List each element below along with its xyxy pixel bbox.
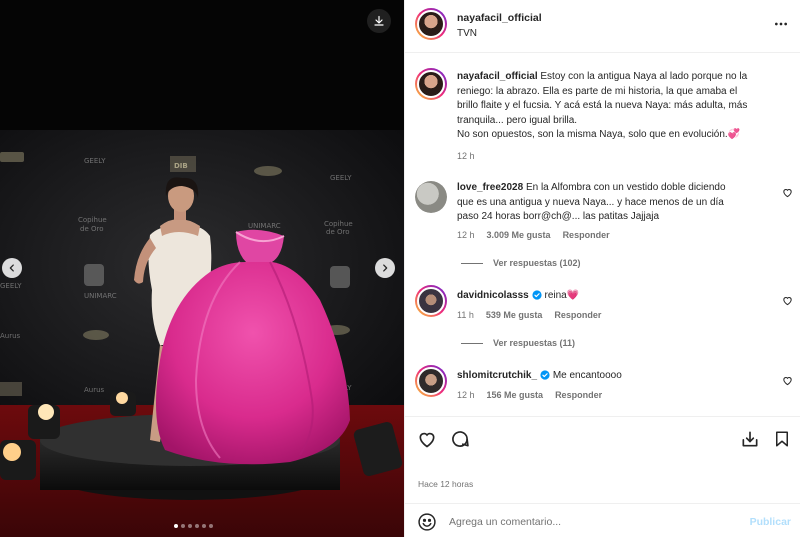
view-replies-label: Ver respuestas (102) bbox=[493, 258, 581, 268]
post-header: nayafacil_official TVN bbox=[405, 0, 800, 53]
svg-text:Copihue: Copihue bbox=[78, 216, 107, 224]
slide-indicator bbox=[174, 524, 213, 528]
comment-likes[interactable]: 3.009 Me gusta bbox=[487, 230, 551, 240]
chevron-left-icon bbox=[9, 264, 14, 272]
comment-meta: 12 h 3.009 Me gusta Responder bbox=[457, 230, 610, 240]
commenter-username[interactable]: davidnicolasss bbox=[457, 290, 529, 301]
slide-dot bbox=[209, 524, 213, 528]
commenter-avatar[interactable] bbox=[415, 285, 447, 317]
comment-time: 12 h bbox=[457, 230, 475, 240]
heart-icon[interactable] bbox=[782, 187, 793, 198]
svg-text:de Oro: de Oro bbox=[80, 225, 104, 233]
post-media: GEELY DIB GEELY Copihue de Oro UNIMARC C… bbox=[0, 0, 404, 537]
share-icon[interactable] bbox=[740, 429, 760, 449]
emoji-icon[interactable] bbox=[417, 512, 437, 532]
comments-list[interactable]: nayafacil_official Estoy con la antigua … bbox=[405, 54, 800, 416]
comment-line: que es una antigua y nueva Naya... y hac… bbox=[457, 196, 724, 208]
caption-author-avatar[interactable] bbox=[415, 68, 447, 100]
post-details-panel: nayafacil_official TVN nayafacil_officia… bbox=[404, 0, 800, 537]
caption-meta: 12 h bbox=[457, 151, 475, 161]
svg-text:GEELY: GEELY bbox=[330, 174, 352, 182]
svg-text:DIB: DIB bbox=[174, 162, 188, 170]
more-icon[interactable] bbox=[773, 16, 789, 32]
previous-slide-button[interactable] bbox=[2, 258, 22, 278]
caption-line: brillo flaite y el fucsia. Y acá está la… bbox=[457, 100, 748, 111]
slide-dot bbox=[188, 524, 192, 528]
comment-line: En la Alfombra con un vestido doble dici… bbox=[525, 182, 726, 193]
caption-line: Estoy con la antigua Naya al lado porque… bbox=[540, 71, 748, 82]
svg-text:UNIMARC: UNIMARC bbox=[248, 222, 281, 230]
reply-button[interactable]: Responder bbox=[555, 390, 602, 400]
slide-dot bbox=[202, 524, 206, 528]
comment-line: reina💗 bbox=[544, 290, 580, 301]
caption-line: tranquila... pero igual brilla. bbox=[457, 114, 578, 126]
instagram-post-view: GEELY DIB GEELY Copihue de Oro UNIMARC C… bbox=[0, 0, 800, 537]
publish-button[interactable]: Publicar bbox=[750, 516, 791, 528]
bookmark-icon[interactable] bbox=[773, 429, 791, 449]
heart-icon[interactable] bbox=[782, 295, 793, 306]
svg-text:GEELY: GEELY bbox=[0, 282, 22, 290]
reply-button[interactable]: Responder bbox=[554, 310, 601, 320]
slide-dot bbox=[195, 524, 199, 528]
comment-line: Me encantoooo bbox=[552, 370, 622, 381]
comment-meta: 11 h 539 Me gusta Responder bbox=[457, 310, 601, 320]
commenter-username[interactable]: love_free2028 bbox=[457, 182, 523, 193]
comment-time: 11 h bbox=[457, 310, 474, 320]
commenter-username[interactable]: shlomitcrutchik_ bbox=[457, 370, 537, 381]
chevron-right-icon bbox=[383, 264, 388, 272]
svg-text:Aurus: Aurus bbox=[0, 332, 21, 340]
svg-text:de Oro: de Oro bbox=[326, 228, 350, 236]
svg-text:GEELY: GEELY bbox=[84, 157, 106, 165]
view-replies-label: Ver respuestas (11) bbox=[493, 338, 576, 348]
post-subtitle[interactable]: TVN bbox=[457, 28, 477, 39]
comment-likes[interactable]: 156 Me gusta bbox=[487, 390, 544, 400]
download-icon bbox=[374, 15, 384, 26]
commenter-avatar[interactable] bbox=[415, 365, 447, 397]
download-button[interactable] bbox=[367, 9, 391, 33]
comment-text: davidnicolasss reina💗 bbox=[457, 289, 775, 304]
reply-button[interactable]: Responder bbox=[563, 230, 610, 240]
caption-time: 12 h bbox=[457, 151, 475, 161]
caption-line: No son opuestos, son la misma Naya, solo… bbox=[457, 129, 741, 140]
author-avatar[interactable] bbox=[415, 8, 447, 40]
commenter-avatar[interactable] bbox=[415, 181, 447, 213]
post-timestamp[interactable]: Hace 12 horas bbox=[418, 479, 473, 489]
verified-icon bbox=[540, 370, 550, 380]
comment-icon[interactable] bbox=[450, 429, 470, 449]
replies-divider bbox=[461, 342, 483, 344]
comment-input[interactable] bbox=[449, 513, 729, 531]
view-replies-button[interactable]: Ver respuestas (102) bbox=[461, 258, 581, 268]
comment-time: 12 h bbox=[457, 390, 475, 400]
view-replies-button[interactable]: Ver respuestas (11) bbox=[461, 338, 575, 348]
comment-likes[interactable]: 539 Me gusta bbox=[486, 310, 543, 320]
comment-text: shlomitcrutchik_ Me encantoooo bbox=[457, 369, 775, 384]
caption-line: reniego: la abrazo. Ella es parte de mi … bbox=[457, 85, 738, 97]
slide-dot bbox=[181, 524, 185, 528]
comment-composer: Publicar bbox=[405, 503, 800, 537]
post-actions-bar bbox=[405, 416, 800, 459]
caption-username[interactable]: nayafacil_official bbox=[457, 71, 538, 82]
comment-line: paso 24 horas borr@ch@... las patitas Ja… bbox=[457, 211, 660, 222]
svg-text:Copihue: Copihue bbox=[324, 220, 353, 228]
author-username[interactable]: nayafacil_official bbox=[457, 12, 542, 24]
svg-text:UNIMARC: UNIMARC bbox=[84, 292, 117, 300]
slide-dot bbox=[174, 524, 178, 528]
caption-text: nayafacil_official Estoy con la antigua … bbox=[457, 70, 775, 143]
heart-icon[interactable] bbox=[417, 429, 437, 449]
comment-text: love_free2028 En la Alfombra con un vest… bbox=[457, 181, 775, 225]
replies-divider bbox=[461, 262, 483, 264]
post-photo: GEELY DIB GEELY Copihue de Oro UNIMARC C… bbox=[0, 0, 404, 537]
verified-icon bbox=[532, 290, 542, 300]
svg-text:Aurus: Aurus bbox=[84, 386, 105, 394]
comment-meta: 12 h 156 Me gusta Responder bbox=[457, 390, 602, 400]
next-slide-button[interactable] bbox=[375, 258, 395, 278]
heart-icon[interactable] bbox=[782, 375, 793, 386]
